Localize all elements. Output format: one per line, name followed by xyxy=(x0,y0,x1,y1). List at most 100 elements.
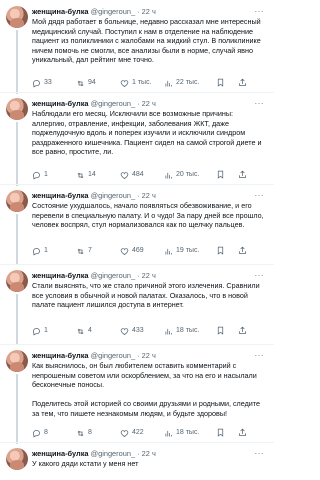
share-button[interactable] xyxy=(238,326,250,335)
timestamp[interactable]: 22 ч xyxy=(142,7,156,16)
divider xyxy=(0,92,274,93)
views-button[interactable]: 18 тыс. xyxy=(164,326,199,336)
avatar[interactable] xyxy=(6,6,28,28)
like-button[interactable]: 433 xyxy=(120,326,144,336)
author-handle[interactable]: @gingeroun_ xyxy=(91,99,136,108)
share-button[interactable] xyxy=(238,246,250,255)
author-handle[interactable]: @gingeroun_ xyxy=(91,351,136,360)
heart-icon xyxy=(120,79,129,87)
like-button[interactable]: 484 xyxy=(120,170,144,180)
retweet-button[interactable]: 94 xyxy=(76,78,96,88)
retweet-count: 94 xyxy=(88,79,96,86)
tweet-2[interactable]: женщина-булка @gingeroun_ · 22 ч ··· Наб… xyxy=(0,96,274,186)
reply-button[interactable]: 33 xyxy=(32,78,52,88)
timestamp[interactable]: 22 ч xyxy=(142,449,156,458)
avatar[interactable] xyxy=(6,270,28,292)
tweet-text: Стали выяснять, что же стало причиной эт… xyxy=(32,281,266,310)
timestamp[interactable]: 22 ч xyxy=(142,191,156,200)
author-name[interactable]: женщина-булка xyxy=(32,191,89,200)
like-button[interactable]: 422 xyxy=(120,428,144,438)
share-icon xyxy=(239,170,246,178)
timestamp[interactable]: 22 ч xyxy=(142,99,156,108)
like-count: 1 тыс. xyxy=(132,79,152,86)
tweet-paragraph: Стали выяснять, что же стало причиной эт… xyxy=(32,281,260,310)
views-button[interactable]: 20 тыс. xyxy=(164,170,199,180)
more-options-icon[interactable]: ··· xyxy=(255,350,265,361)
divider xyxy=(0,344,274,345)
more-options-icon[interactable]: ··· xyxy=(255,270,265,281)
more-options-icon[interactable]: ··· xyxy=(255,448,265,459)
like-count: 422 xyxy=(132,429,144,436)
more-options-icon[interactable]: ··· xyxy=(255,6,265,17)
retweet-icon xyxy=(77,80,84,86)
bookmark-button[interactable] xyxy=(216,170,228,179)
reply-button[interactable]: 1 xyxy=(32,170,48,180)
author-handle[interactable]: @gingeroun_ xyxy=(91,271,136,280)
author-handle[interactable]: @gingeroun_ xyxy=(91,7,136,16)
views-icon xyxy=(165,248,172,254)
author-handle[interactable]: @gingeroun_ xyxy=(91,449,136,458)
avatar[interactable] xyxy=(6,350,28,372)
retweet-button[interactable]: 7 xyxy=(76,246,92,256)
tweet-header: женщина-булка @gingeroun_ · 22 ч ··· xyxy=(32,350,268,361)
like-button[interactable]: 469 xyxy=(120,246,144,256)
avatar[interactable] xyxy=(6,98,28,120)
reply-button[interactable]: 1 xyxy=(32,326,48,336)
bookmark-button[interactable] xyxy=(216,78,228,87)
tweet-1[interactable]: женщина-булка @gingeroun_ · 22 ч ··· Мой… xyxy=(0,4,274,94)
more-options-icon[interactable]: ··· xyxy=(255,190,265,201)
share-button[interactable] xyxy=(238,170,250,179)
thread-line xyxy=(16,214,18,264)
timestamp[interactable]: 22 ч xyxy=(142,271,156,280)
bookmark-button[interactable] xyxy=(216,326,228,335)
tweet-header: женщина-булка @gingeroun_ · 22 ч ··· xyxy=(32,98,268,109)
avatar[interactable] xyxy=(6,190,28,212)
views-button[interactable]: 22 тыс. xyxy=(164,78,199,88)
share-icon xyxy=(239,428,246,436)
bookmark-icon xyxy=(217,428,224,437)
retweet-count: 4 xyxy=(88,327,92,334)
tweet-paragraph: Состояние ухудшалось, начало появляться … xyxy=(32,201,264,230)
bookmark-button[interactable] xyxy=(216,428,228,437)
like-button[interactable]: 1 тыс. xyxy=(120,78,152,88)
share-button[interactable] xyxy=(238,428,250,437)
reply-button[interactable]: 8 xyxy=(32,428,48,438)
timestamp[interactable]: 22 ч xyxy=(142,351,156,360)
tweet-text: Состояние ухудшалось, начало появляться … xyxy=(32,201,266,230)
separator-dot: · xyxy=(137,7,140,16)
tweet-6[interactable]: женщина-булка @gingeroun_ · 22 ч ··· У к… xyxy=(0,446,274,480)
reply-count: 1 xyxy=(44,247,48,254)
bookmark-button[interactable] xyxy=(216,246,228,255)
avatar[interactable] xyxy=(6,448,28,470)
retweet-icon xyxy=(77,328,84,334)
bookmark-icon xyxy=(217,170,224,179)
tweet-4[interactable]: женщина-булка @gingeroun_ · 22 ч ··· Ста… xyxy=(0,268,274,344)
views-count: 22 тыс. xyxy=(176,79,200,86)
retweet-count: 14 xyxy=(88,171,96,178)
more-options-icon[interactable]: ··· xyxy=(255,98,265,109)
views-icon xyxy=(165,430,172,436)
views-button[interactable]: 19 тыс. xyxy=(164,246,199,256)
tweet-paragraph: У какого дяди кстати у меня нет xyxy=(32,459,139,468)
heart-icon xyxy=(120,429,129,437)
separator-dot: · xyxy=(137,351,140,360)
author-name[interactable]: женщина-булка xyxy=(32,7,89,16)
views-count: 18 тыс. xyxy=(176,327,200,334)
share-button[interactable] xyxy=(238,78,250,87)
tweet-5[interactable]: женщина-булка @gingeroun_ · 22 ч ··· Как… xyxy=(0,348,274,444)
author-handle[interactable]: @gingeroun_ xyxy=(91,191,136,200)
separator-dot: · xyxy=(137,191,140,200)
author-name[interactable]: женщина-булка xyxy=(32,351,89,360)
author-name[interactable]: женщина-булка xyxy=(32,271,89,280)
author-name[interactable]: женщина-булка xyxy=(32,449,89,458)
like-count: 433 xyxy=(132,327,144,334)
retweet-button[interactable]: 14 xyxy=(76,170,96,180)
reply-button[interactable]: 1 xyxy=(32,246,48,256)
tweet-paragraph: Как выяснилось, он был любителем оставит… xyxy=(32,361,257,390)
retweet-button[interactable]: 8 xyxy=(76,428,92,438)
tweet-3[interactable]: женщина-булка @gingeroun_ · 22 ч ··· Сос… xyxy=(0,188,274,264)
retweet-button[interactable]: 4 xyxy=(76,326,92,336)
reply-count: 1 xyxy=(44,171,48,178)
views-button[interactable]: 18 тыс. xyxy=(164,428,199,438)
author-name[interactable]: женщина-булка xyxy=(32,99,89,108)
